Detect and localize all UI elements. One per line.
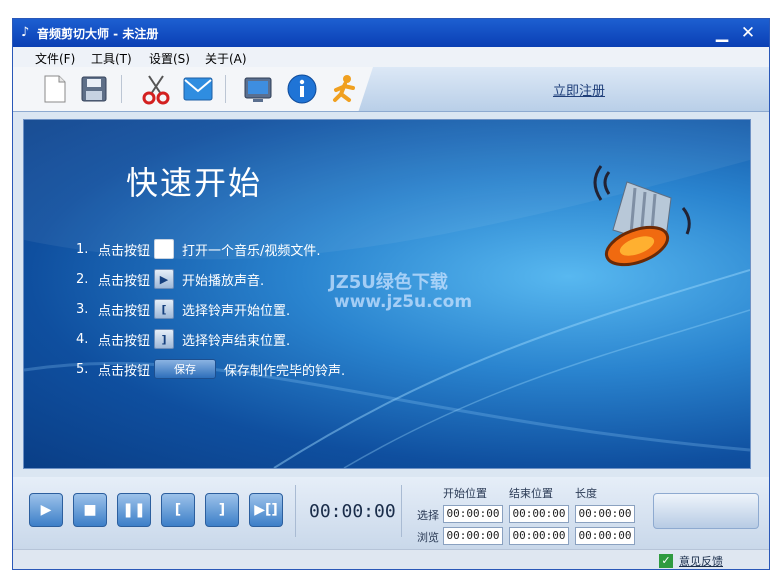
- open-file-icon: [154, 239, 175, 259]
- music-note-icon: ♪: [21, 25, 30, 40]
- cut-icon: [142, 75, 170, 105]
- control-panel: ▶ ■ ❚❚ [ ] ▶[] 00:00:00 开始位置 结束位置 长度 选择 …: [13, 477, 769, 549]
- watermark-line1: JZ5U绿色下载: [329, 272, 448, 293]
- browse-length-field[interactable]: 00:00:00: [575, 527, 635, 545]
- app-window: ♪ 音频剪切大师 - 未注册 ▁ ✕ 文件(F) 工具(T) 设置(S) 关于(…: [12, 18, 770, 570]
- cut-button[interactable]: [139, 72, 173, 106]
- stop-button[interactable]: ■: [73, 493, 107, 527]
- new-file-button[interactable]: [37, 72, 71, 106]
- menu-settings[interactable]: 设置(S): [149, 50, 190, 67]
- select-start-field[interactable]: 00:00:00: [443, 505, 503, 523]
- step-1: 1. 点击按钮 打开一个音乐/视频文件.: [76, 234, 345, 264]
- select-end-field[interactable]: 00:00:00: [509, 505, 569, 523]
- save-icon: [81, 76, 107, 102]
- register-link[interactable]: 立即注册: [553, 80, 605, 99]
- feedback-link[interactable]: ✓ 意见反馈: [659, 553, 723, 569]
- bell-icon: [593, 165, 691, 267]
- info-icon: [287, 74, 317, 104]
- length-header: 长度: [575, 487, 597, 500]
- mark-start-icon: [: [154, 299, 175, 319]
- new-file-icon: [44, 75, 66, 103]
- toolbar: 立即注册: [13, 67, 769, 112]
- mark-end-button[interactable]: ]: [205, 493, 239, 527]
- save-ringtone-button[interactable]: [653, 493, 759, 529]
- browse-start-field[interactable]: 00:00:00: [443, 527, 503, 545]
- save-button[interactable]: [77, 72, 111, 106]
- quick-start-title: 快速开始: [126, 164, 263, 202]
- screen-icon: [244, 77, 272, 102]
- play-button[interactable]: ▶: [29, 493, 63, 527]
- select-length-field[interactable]: 00:00:00: [575, 505, 635, 523]
- quick-start-panel: 快速开始 1. 点击按钮 打开一个音乐/视频文件. 2. 点击按钮 ▶ 开始播放…: [23, 119, 751, 469]
- save-icon-button: 保存: [154, 359, 217, 379]
- play-selection-button[interactable]: ▶[]: [249, 493, 283, 527]
- steps-list: 1. 点击按钮 打开一个音乐/视频文件. 2. 点击按钮 ▶ 开始播放声音. 3…: [76, 234, 345, 384]
- screen-button[interactable]: [241, 72, 275, 106]
- step-4: 4. 点击按钮 ] 选择铃声结束位置.: [76, 324, 345, 354]
- menu-bar: 文件(F) 工具(T) 设置(S) 关于(A): [13, 47, 769, 67]
- pause-button[interactable]: ❚❚: [117, 493, 151, 527]
- runner-icon: [333, 75, 355, 102]
- end-position-header: 结束位置: [509, 487, 553, 500]
- info-button[interactable]: [285, 72, 319, 106]
- select-label: 选择: [417, 509, 439, 522]
- runner-button[interactable]: [327, 72, 361, 106]
- browse-label: 浏览: [417, 531, 439, 544]
- mark-end-icon: ]: [154, 329, 175, 349]
- menu-file[interactable]: 文件(F): [35, 50, 75, 67]
- menu-tools[interactable]: 工具(T): [91, 50, 132, 67]
- close-button[interactable]: ✕: [737, 23, 759, 43]
- watermark-line2: www.jz5u.com: [334, 292, 473, 312]
- mail-icon: [183, 77, 213, 101]
- title-bar[interactable]: ♪ 音频剪切大师 - 未注册 ▁ ✕: [13, 19, 769, 47]
- mark-start-button[interactable]: [: [161, 493, 195, 527]
- mail-button[interactable]: [181, 72, 215, 106]
- checkmark-icon: ✓: [659, 554, 673, 568]
- play-icon: ▶: [154, 269, 175, 289]
- step-5: 5. 点击按钮 保存 保存制作完毕的铃声.: [76, 354, 345, 384]
- step-3: 3. 点击按钮 [ 选择铃声开始位置.: [76, 294, 345, 324]
- menu-about[interactable]: 关于(A): [205, 50, 247, 67]
- step-2: 2. 点击按钮 ▶ 开始播放声音.: [76, 264, 345, 294]
- status-bar: ✓ 意见反馈: [13, 549, 769, 569]
- window-title: 音频剪切大师 - 未注册: [37, 27, 159, 41]
- browse-end-field[interactable]: 00:00:00: [509, 527, 569, 545]
- start-position-header: 开始位置: [443, 487, 487, 500]
- minimize-button[interactable]: ▁: [711, 23, 733, 43]
- time-display: 00:00:00: [309, 501, 396, 522]
